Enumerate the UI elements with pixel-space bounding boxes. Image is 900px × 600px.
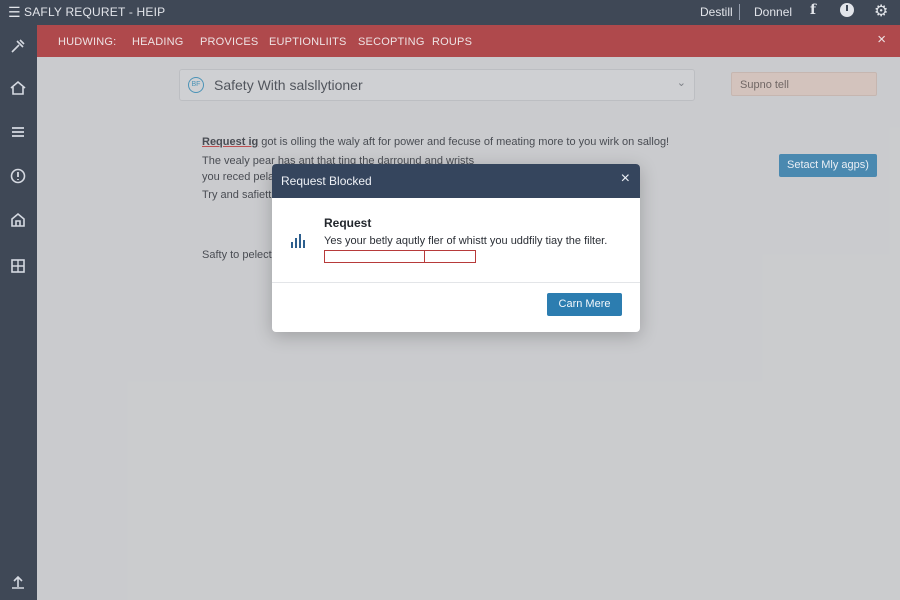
filter-input-field[interactable] [324, 250, 476, 263]
chart-icon [291, 234, 307, 248]
learn-more-button[interactable]: Carn Mere [547, 293, 622, 316]
dialog-message: Yes your betly aqutly fler of whistt you… [324, 235, 608, 247]
request-blocked-dialog: Request Blocked × Request Yes your betly… [272, 164, 640, 332]
dialog-close-icon[interactable]: × [621, 170, 630, 188]
dialog-divider [272, 282, 640, 283]
dialog-heading: Request [324, 216, 372, 230]
dialog-title: Request Blocked [281, 174, 372, 188]
dialog-header: Request Blocked × [272, 164, 640, 198]
